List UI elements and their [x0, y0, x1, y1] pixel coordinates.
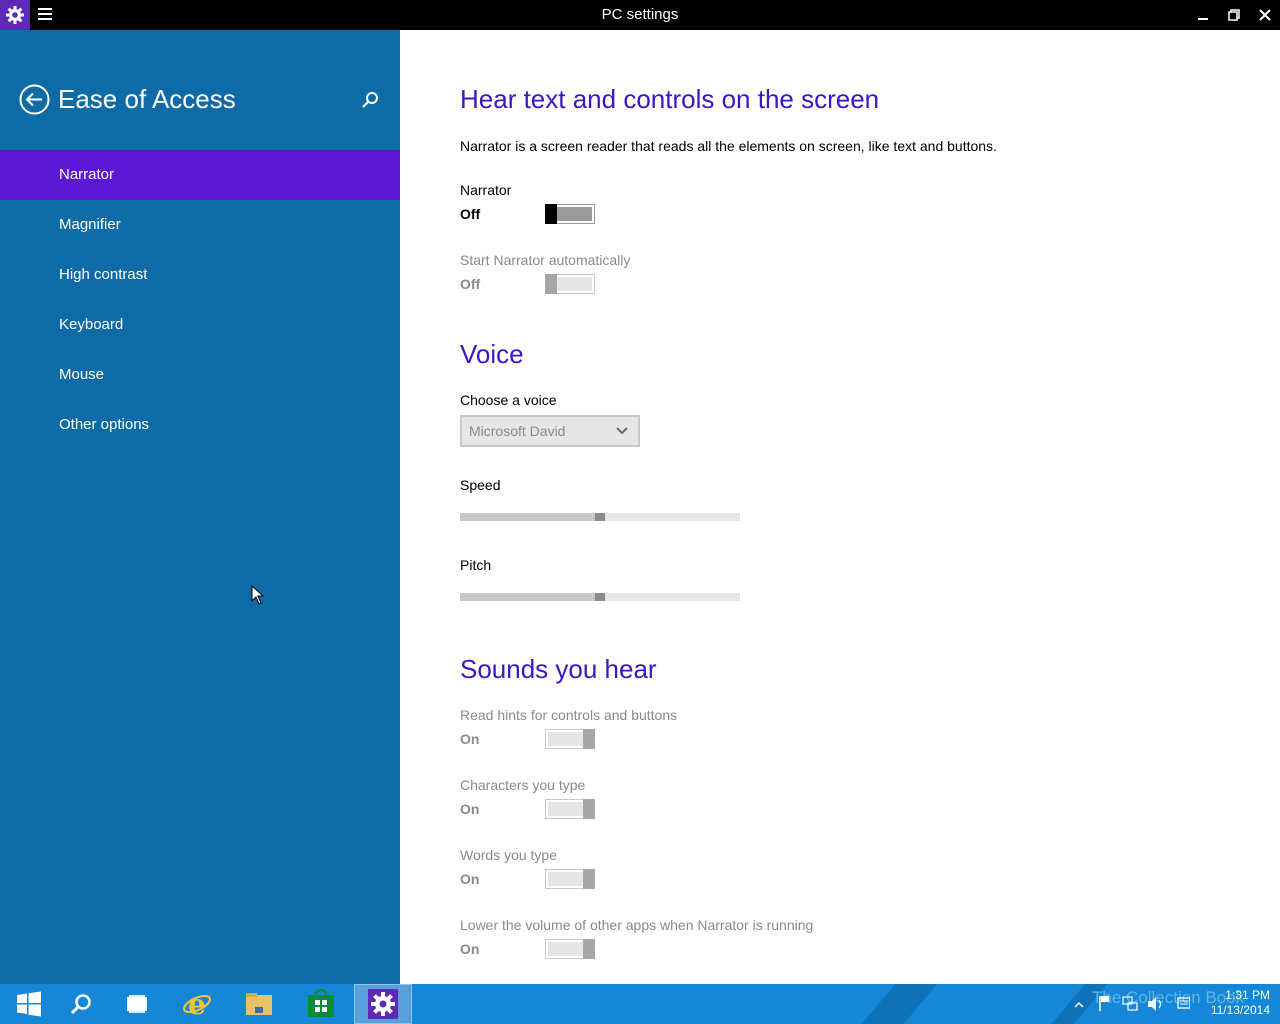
speed-slider[interactable]	[460, 513, 740, 521]
task-view-icon	[127, 995, 147, 1013]
read-hints-state: On	[460, 731, 480, 747]
mouse-cursor-icon	[251, 585, 265, 605]
start-icon	[17, 991, 41, 1017]
restore-button[interactable]	[1219, 0, 1249, 30]
voice-select[interactable]: Microsoft David	[460, 415, 640, 447]
sidebar-item-mouse[interactable]: Mouse	[0, 350, 400, 400]
window-title: PC settings	[601, 6, 679, 23]
section-heading-voice: Voice	[460, 339, 524, 369]
sidebar-item-magnifier[interactable]: Magnifier	[0, 200, 400, 250]
start-narrator-auto-toggle[interactable]	[545, 274, 595, 294]
sidebar-nav: Narrator Magnifier High contrast Keyboar…	[0, 150, 400, 450]
sidebar-item-narrator[interactable]: Narrator	[0, 150, 400, 200]
page-title: Ease of Access	[58, 84, 236, 114]
choose-voice-label: Choose a voice	[460, 392, 557, 408]
words-you-type-label: Words you type	[460, 847, 558, 863]
characters-you-type-state: On	[460, 801, 480, 817]
lower-volume-label: Lower the volume of other apps when Narr…	[460, 917, 814, 933]
characters-you-type-toggle[interactable]	[545, 799, 595, 819]
back-arrow-icon[interactable]	[19, 84, 50, 115]
action-center-icon[interactable]	[1177, 997, 1190, 1009]
store-icon	[308, 989, 334, 1017]
internet-explorer-icon: e	[183, 989, 211, 1019]
characters-you-type-label: Characters you type	[460, 777, 586, 793]
pitch-label: Pitch	[460, 557, 492, 573]
file-explorer-icon	[246, 993, 272, 1015]
chevron-up-icon[interactable]	[1074, 1001, 1084, 1008]
close-icon	[1259, 9, 1271, 21]
narrator-toggle[interactable]	[545, 204, 595, 224]
words-you-type-state: On	[460, 871, 480, 887]
narrator-state: Off	[460, 206, 481, 222]
volume-icon[interactable]	[1148, 997, 1162, 1011]
store-button[interactable]	[292, 984, 350, 1024]
section-heading-sounds: Sounds you hear	[460, 654, 657, 684]
sidebar-item-high-contrast[interactable]: High contrast	[0, 250, 400, 300]
search-icon[interactable]	[361, 91, 379, 109]
clock-time: 1:31 PM	[1225, 988, 1270, 1002]
read-hints-label: Read hints for controls and buttons	[460, 707, 678, 723]
start-narrator-auto-state: Off	[460, 276, 481, 292]
speed-slider-thumb[interactable]	[595, 513, 605, 521]
minimize-icon	[1198, 18, 1208, 20]
start-narrator-auto-label: Start Narrator automatically	[460, 252, 631, 268]
chevron-down-icon	[616, 427, 628, 435]
task-view-button[interactable]	[108, 984, 166, 1024]
flag-icon[interactable]	[1099, 996, 1109, 1011]
system-tray	[1074, 996, 1190, 1011]
sidebar-item-other-options[interactable]: Other options	[0, 400, 400, 450]
close-button[interactable]	[1250, 0, 1280, 30]
svg-text:e: e	[188, 989, 206, 1019]
sidebar: Ease of Access Narrator Magnifier High c…	[0, 30, 400, 984]
read-hints-toggle[interactable]	[545, 729, 595, 749]
pitch-slider-thumb[interactable]	[595, 593, 605, 601]
title-bar: PC settings	[0, 0, 1280, 30]
taskbar-search-button[interactable]	[52, 984, 110, 1024]
narrator-description: Narrator is a screen reader that reads a…	[460, 138, 997, 154]
clock-date: 11/13/2014	[1210, 1003, 1270, 1017]
narrator-label: Narrator	[460, 182, 512, 198]
start-button[interactable]	[0, 984, 58, 1024]
pitch-slider[interactable]	[460, 593, 740, 601]
taskbar: e The Collection Book 1:31 PM 11/13/2014	[0, 984, 1280, 1024]
sidebar-item-keyboard[interactable]: Keyboard	[0, 300, 400, 350]
search-icon	[70, 994, 91, 1015]
clock[interactable]: 1:31 PM 11/13/2014	[1200, 988, 1270, 1018]
words-you-type-toggle[interactable]	[545, 869, 595, 889]
restore-icon	[1228, 9, 1240, 21]
internet-explorer-button[interactable]: e	[168, 984, 226, 1024]
voice-select-value: Microsoft David	[469, 423, 566, 439]
file-explorer-button[interactable]	[230, 984, 288, 1024]
pc-settings-icon	[368, 989, 398, 1019]
lower-volume-toggle[interactable]	[545, 939, 595, 959]
section-heading-hear: Hear text and controls on the screen	[460, 84, 880, 114]
minimize-button[interactable]	[1188, 0, 1218, 30]
lower-volume-state: On	[460, 941, 480, 957]
speed-label: Speed	[460, 477, 501, 493]
network-icon[interactable]	[1122, 996, 1138, 1011]
pc-settings-taskbar-button[interactable]	[354, 984, 412, 1024]
